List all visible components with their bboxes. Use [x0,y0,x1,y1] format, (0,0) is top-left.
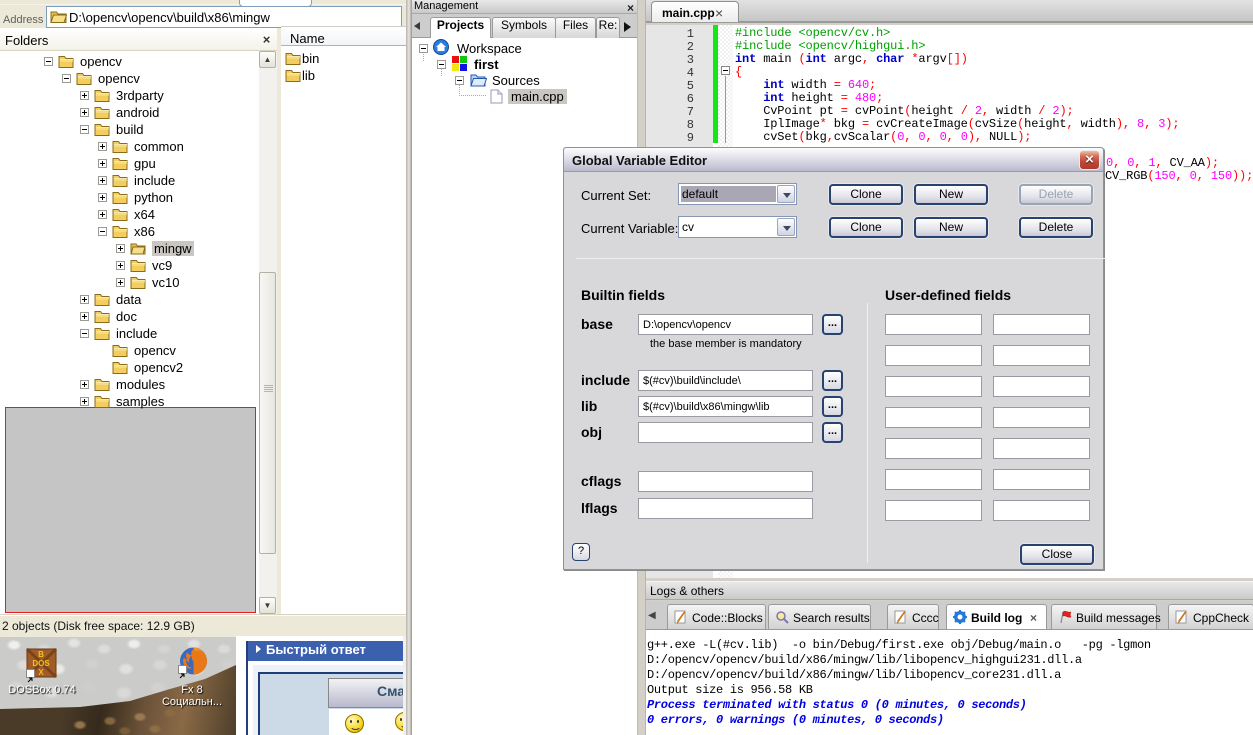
svg-text:B: B [38,650,44,659]
svg-text:DOS: DOS [32,659,50,668]
svg-text:X: X [38,668,44,677]
